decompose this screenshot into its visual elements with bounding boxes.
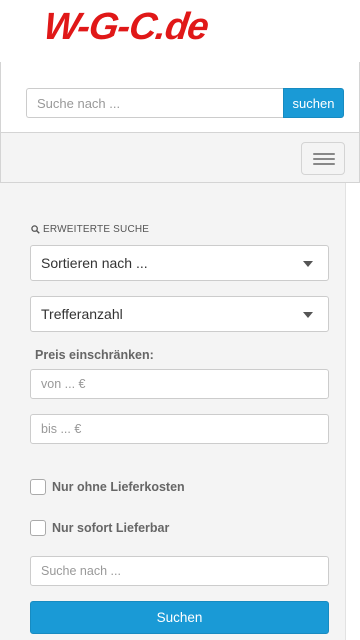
in-stock-option[interactable]: Nur sofort Lieferbar: [30, 520, 169, 536]
panel-edge: [345, 183, 346, 640]
site-logo[interactable]: W-G-C.de: [41, 6, 211, 49]
caret-down-icon: [303, 312, 313, 318]
no-shipping-cost-label: Nur ohne Lieferkosten: [52, 480, 185, 494]
hamburger-menu-icon-bar: [313, 158, 335, 160]
results-count-select-value: Trefferanzahl: [41, 306, 123, 322]
navbar-toggle-button[interactable]: [301, 142, 345, 175]
filter-search-input[interactable]: [30, 556, 329, 586]
header-search-input[interactable]: [26, 88, 284, 118]
header-divider-left: [0, 62, 1, 132]
caret-down-icon: [303, 261, 313, 267]
results-count-select[interactable]: Trefferanzahl: [30, 296, 329, 332]
no-shipping-cost-option[interactable]: Nur ohne Lieferkosten: [30, 479, 185, 495]
price-limit-label: Preis einschränken:: [35, 348, 154, 362]
navbar: [0, 132, 360, 183]
advanced-search-title-text: ERWEITERTE SUCHE: [43, 224, 150, 235]
in-stock-checkbox[interactable]: [30, 520, 46, 536]
submit-search-button[interactable]: Suchen: [30, 601, 329, 634]
sort-select-value: Sortieren nach ...: [41, 255, 148, 271]
sort-select[interactable]: Sortieren nach ...: [30, 245, 329, 281]
price-from-input[interactable]: [30, 369, 329, 399]
hamburger-menu-icon: [313, 153, 335, 155]
header-search-button[interactable]: suchen: [283, 88, 344, 118]
hamburger-menu-icon-bar: [313, 163, 335, 165]
price-to-input[interactable]: [30, 414, 329, 444]
in-stock-label: Nur sofort Lieferbar: [52, 521, 170, 535]
advanced-search-title: ERWEITERTE SUCHE: [31, 224, 149, 235]
no-shipping-cost-checkbox[interactable]: [30, 479, 46, 495]
search-icon: [31, 225, 40, 234]
